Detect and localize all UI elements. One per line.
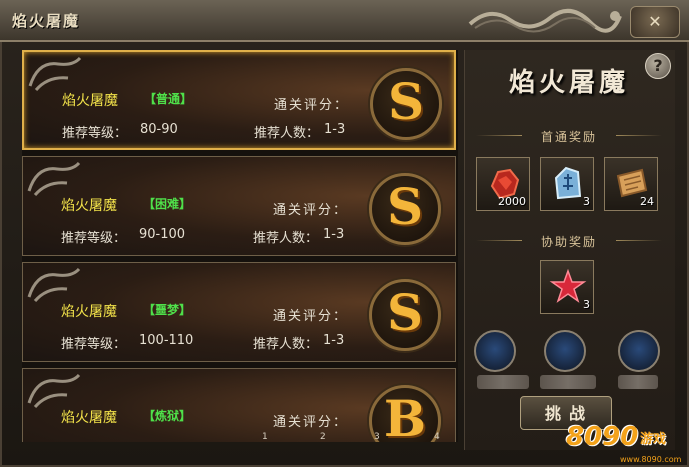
dungeon-name: 焰火屠魔	[61, 304, 117, 320]
reward-count: 3	[583, 195, 590, 208]
divider	[616, 240, 662, 241]
grade-badge: B	[369, 385, 441, 442]
reward-slot[interactable]: 3	[540, 157, 594, 211]
page-number[interactable]: 4	[434, 432, 440, 442]
difficulty-label: 【噩梦】	[143, 303, 192, 317]
difficulty-label: 【炼狱】	[143, 409, 192, 423]
grade-badge: S	[369, 173, 441, 245]
reward-slot[interactable]: 2000	[476, 157, 530, 211]
blue-rune-stone-icon	[554, 166, 582, 200]
score-label: 通关评分：	[273, 415, 349, 430]
level-value: 80-90	[140, 122, 178, 137]
difficulty-label: 【普通】	[144, 92, 193, 106]
watermark-url: www.8090.com	[620, 455, 682, 464]
close-button[interactable]: ✕	[630, 6, 680, 38]
reward-panel	[464, 50, 675, 450]
page-number[interactable]: 1	[262, 432, 268, 442]
players-value: 1-3	[323, 227, 345, 242]
red-star-icon	[549, 268, 587, 303]
divider	[476, 240, 522, 241]
reward-count: 24	[640, 195, 654, 208]
player-name-blurred	[618, 375, 658, 389]
players-value: 1-3	[323, 333, 345, 348]
reward-count: 3	[583, 298, 590, 311]
dungeon-card-purgatory[interactable]: 焰火屠魔 【炼狱】 通关评分： B	[22, 368, 456, 442]
dungeon-name: 焰火屠魔	[62, 93, 118, 109]
level-label: 推荐等级：	[61, 337, 127, 352]
score-label: 通关评分：	[273, 309, 349, 324]
first-clear-heading: 首通奖励	[476, 128, 662, 145]
page-number[interactable]: 2	[320, 432, 326, 442]
title-bar: 焰火屠魔 ✕	[0, 0, 689, 42]
reward-count: 2000	[498, 195, 526, 208]
level-value: 100-110	[139, 333, 194, 348]
level-value: 90-100	[139, 227, 186, 242]
dungeon-card-nightmare[interactable]: 焰火屠魔 【噩梦】 通关评分： 推荐等级： 100-110 推荐人数： 1-3 …	[22, 262, 456, 362]
level-label: 推荐等级：	[62, 126, 128, 141]
close-icon: ✕	[648, 12, 662, 31]
score-label: 通关评分：	[274, 98, 350, 113]
dungeon-name: 焰火屠魔	[61, 198, 117, 214]
player-avatar[interactable]	[544, 330, 586, 372]
score-label: 通关评分：	[273, 203, 349, 218]
difficulty-label: 【困难】	[143, 197, 192, 211]
player-name-blurred	[540, 375, 596, 389]
dungeon-name: 焰火屠魔	[61, 410, 117, 426]
dungeon-list[interactable]: 焰火屠魔 【普通】 通关评分： 推荐等级： 80-90 推荐人数： 1-3 S …	[22, 50, 458, 442]
watermark-sub: 游戏	[640, 432, 667, 447]
page-number[interactable]: 3	[374, 432, 380, 442]
assist-heading: 协助奖励	[476, 233, 662, 250]
grade-badge: S	[369, 279, 441, 351]
assist-heading-text: 协助奖励	[540, 235, 597, 249]
player-avatar[interactable]	[474, 330, 516, 372]
watermark-logo: 8090	[566, 422, 639, 452]
window-title: 焰火屠魔	[12, 12, 81, 30]
dragon-ornament-icon	[468, 9, 622, 33]
level-label: 推荐等级：	[61, 231, 127, 246]
first-clear-heading-text: 首通奖励	[540, 130, 597, 144]
reward-slot[interactable]: 24	[604, 157, 658, 211]
players-label: 推荐人数：	[254, 126, 320, 141]
grade-badge: S	[370, 68, 442, 140]
players-value: 1-3	[324, 122, 346, 137]
divider	[476, 135, 522, 136]
divider	[616, 135, 662, 136]
reward-slot[interactable]: 3	[540, 260, 594, 314]
boss-title: 焰火屠魔	[508, 68, 629, 98]
player-avatar[interactable]	[618, 330, 660, 372]
dungeon-card-normal[interactable]: 焰火屠魔 【普通】 通关评分： 推荐等级： 80-90 推荐人数： 1-3 S	[22, 50, 456, 150]
dungeon-card-hard[interactable]: 焰火屠魔 【困难】 通关评分： 推荐等级： 90-100 推荐人数： 1-3 S	[22, 156, 456, 256]
player-name-blurred	[477, 375, 529, 389]
players-label: 推荐人数：	[253, 337, 319, 352]
players-label: 推荐人数：	[253, 231, 319, 246]
